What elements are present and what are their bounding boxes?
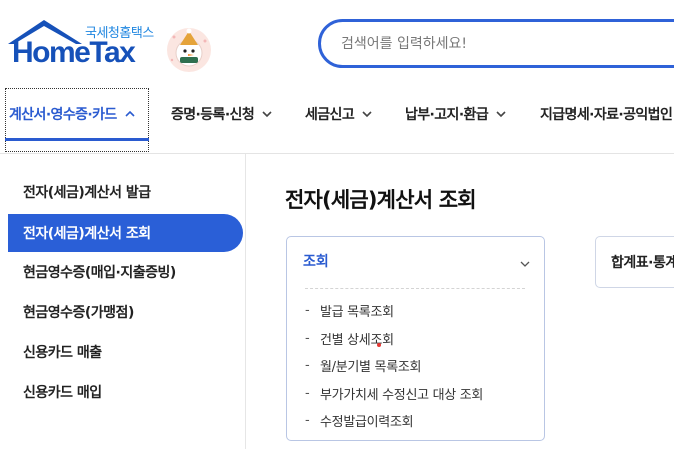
nav-item-label: 납부·고지·환급 xyxy=(405,107,489,123)
view-menu-card: 조회 - 발급 목록조회 - 건별 상세조회 - 월/분기별 목록조회 - 부가가치세 … xyxy=(286,236,545,441)
sidebar-item-label: 현금영수증(매입·지출증빙) xyxy=(23,265,176,281)
card-heading[interactable]: 조회 xyxy=(303,251,329,271)
page-title: 전자(세금)계산서 조회 xyxy=(285,188,477,212)
link-label: 발급 목록조회 xyxy=(320,305,394,321)
link-detail-view[interactable]: - 건별 상세조회 xyxy=(305,325,483,353)
link-label: 부가가치세 수정신고 대상 조회 xyxy=(320,387,484,403)
cursor-dot xyxy=(377,343,381,347)
link-label: 월/분기별 목록조회 xyxy=(320,360,422,376)
nav-item-label: 증명·등록·신청 xyxy=(171,107,255,123)
nav-item-label: 계산서·영수증·카드 xyxy=(9,107,117,123)
nav-item-statements[interactable]: 지급명세·자료·공익법인 xyxy=(540,100,674,128)
sidebar-item-label: 신용카드 매출 xyxy=(23,345,102,361)
sidebar-item-label: 신용카드 매입 xyxy=(23,385,102,401)
nav-item-receipts-cards[interactable]: 계산서·영수증·카드 xyxy=(9,100,137,128)
top-navigation: 계산서·영수증·카드 증명·등록·신청 세금신고 납부·고지·환급 지급명세·자… xyxy=(0,84,674,154)
sidebar-item-view-invoice[interactable]: 전자(세금)계산서 조회 xyxy=(8,214,243,252)
link-label: 수정발급이력조회 xyxy=(320,415,414,431)
chevron-up-icon xyxy=(125,110,135,117)
logo-title: HomeTax xyxy=(12,36,136,69)
chevron-down-icon[interactable] xyxy=(519,258,531,270)
hometax-logo[interactable]: 국세청홈택스 HomeTax xyxy=(6,18,166,74)
nav-item-label: 지급명세·자료·공익법인 xyxy=(540,107,673,123)
card-heading: 합계표·통계조회 xyxy=(611,255,674,271)
link-issue-list[interactable]: - 발급 목록조회 xyxy=(305,297,483,325)
card-link-list: - 발급 목록조회 - 건별 상세조회 - 월/분기별 목록조회 - 부가가치세 수정신… xyxy=(305,297,483,435)
nav-item-certificates[interactable]: 증명·등록·신청 xyxy=(171,100,274,128)
sidebar-item-issue-invoice[interactable]: 전자(세금)계산서 발급 xyxy=(8,173,243,211)
header: 국세청홈택스 HomeTax xyxy=(0,0,674,84)
card-divider xyxy=(305,288,525,289)
sidebar-item-cash-receipt-purchase[interactable]: 현금영수증(매입·지출증빙) xyxy=(8,253,243,291)
chevron-down-icon xyxy=(262,111,272,118)
link-monthly-quarterly[interactable]: - 월/분기별 목록조회 xyxy=(305,352,483,380)
bullet-dash-icon: - xyxy=(305,330,310,346)
link-amendment-history[interactable]: - 수정발급이력조회 xyxy=(305,407,483,435)
chevron-down-icon xyxy=(496,111,506,118)
summary-stats-card[interactable]: 합계표·통계조회 xyxy=(595,236,674,288)
bullet-dash-icon: - xyxy=(305,413,310,429)
sidebar-item-credit-card-purchase[interactable]: 신용카드 매입 xyxy=(8,373,243,411)
link-label: 건별 상세조회 xyxy=(320,332,394,348)
nav-active-underline xyxy=(5,138,149,141)
nav-item-payment-refund[interactable]: 납부·고지·환급 xyxy=(405,100,508,128)
sidebar-item-label: 전자(세금)계산서 조회 xyxy=(23,226,151,242)
search-box[interactable] xyxy=(318,19,674,68)
sidebar-item-label: 전자(세금)계산서 발급 xyxy=(23,185,151,201)
sidebar-item-credit-card-sales[interactable]: 신용카드 매출 xyxy=(8,333,243,371)
bullet-dash-icon: - xyxy=(305,385,310,401)
search-input[interactable] xyxy=(341,33,661,55)
nav-item-tax-filing[interactable]: 세금신고 xyxy=(305,100,374,128)
sidebar-item-cash-receipt-merchant[interactable]: 현금영수증(가맹점) xyxy=(8,293,243,331)
sidebar-item-label: 현금영수증(가맹점) xyxy=(23,305,134,321)
snowman-mascot-icon xyxy=(167,28,211,72)
bullet-dash-icon: - xyxy=(305,303,310,319)
bullet-dash-icon: - xyxy=(305,358,310,374)
sidebar: 전자(세금)계산서 발급 전자(세금)계산서 조회 현금영수증(매입·지출증빙)… xyxy=(0,154,246,449)
nav-item-label: 세금신고 xyxy=(305,107,355,123)
chevron-down-icon xyxy=(362,111,372,118)
link-vat-amendment[interactable]: - 부가가치세 수정신고 대상 조회 xyxy=(305,380,483,408)
